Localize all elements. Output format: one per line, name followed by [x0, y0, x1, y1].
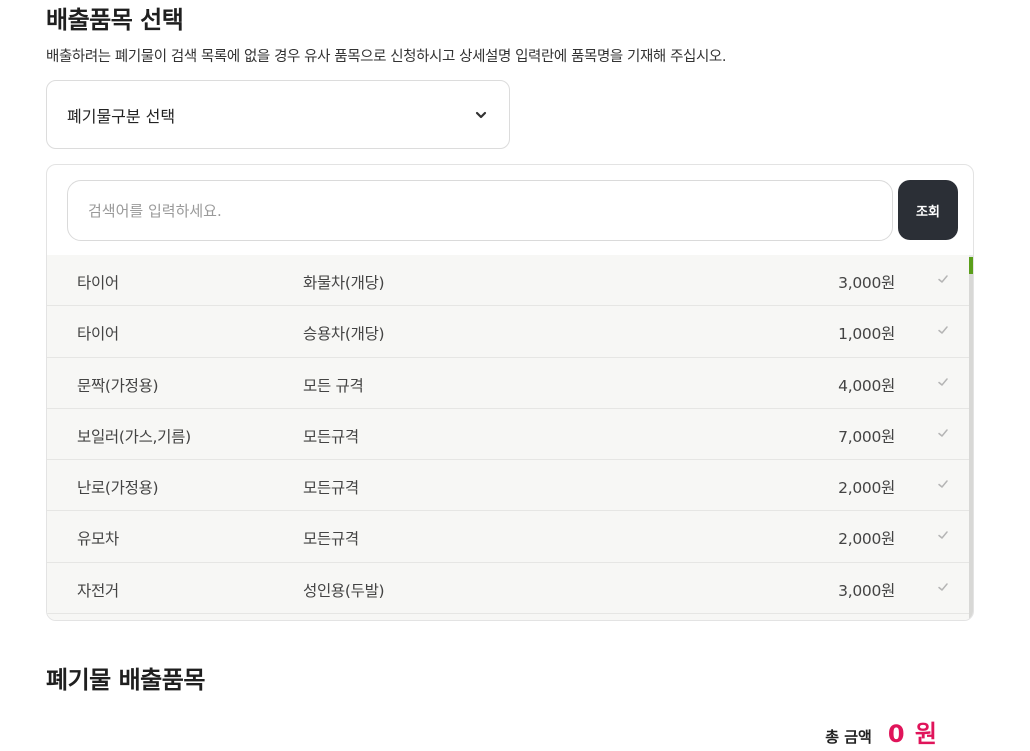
item-category: 타이어 [77, 325, 119, 344]
item-spec: 모든 규격 [303, 376, 364, 395]
section-title-select: 배출품목 선택 [46, 6, 184, 34]
total-amount-label: 총 금액 [825, 728, 872, 746]
item-price: 3,000원 [838, 581, 895, 600]
item-spec: 성인용(두발) [303, 581, 385, 600]
item-spec: 승용차(개당) [303, 325, 385, 344]
check-icon [938, 275, 948, 283]
item-price: 2,000원 [838, 530, 895, 549]
item-spec: 모든규격 [303, 479, 359, 498]
item-category: 자전거 [77, 581, 119, 600]
item-category: 유모차 [77, 530, 119, 549]
waste-category-select-label: 폐기물구분 선택 [67, 106, 176, 126]
list-item[interactable]: 자전거 성인용(두발) 3,000원 [47, 563, 969, 615]
item-list[interactable]: 타이어 화물차(개당) 3,000원 타이어 승용차(개당) 1,000원 문짝… [47, 255, 969, 620]
scrollbar-thumb[interactable] [969, 257, 973, 274]
check-icon [938, 583, 948, 591]
item-category: 난로(가정용) [77, 479, 159, 498]
search-input[interactable] [67, 180, 893, 241]
list-item[interactable]: 문짝(가정용) 모든 규격 4,000원 [47, 358, 969, 409]
list-item[interactable]: 보일러(가스,기름) 모든규격 7,000원 [47, 409, 969, 461]
scrollbar-track [969, 274, 973, 620]
item-category: 문짝(가정용) [77, 376, 159, 395]
total-amount: 총 금액 0 원 [825, 714, 938, 749]
item-category: 보일러(가스,기름) [77, 427, 191, 446]
item-spec: 모든규격 [303, 427, 359, 446]
section-title-selected: 폐기물 배출품목 [46, 666, 205, 694]
check-icon [938, 429, 948, 437]
item-price: 7,000원 [838, 427, 895, 446]
list-item[interactable]: 유모차 모든규격 2,000원 [47, 511, 969, 563]
check-icon [938, 531, 948, 540]
waste-category-select[interactable]: 폐기물구분 선택 [46, 80, 510, 149]
list-scrollbar[interactable] [969, 255, 973, 620]
item-price: 3,000원 [838, 274, 895, 292]
check-icon [938, 480, 948, 488]
item-price: 2,000원 [838, 479, 895, 498]
chevron-down-icon [475, 111, 487, 118]
item-spec: 화물차(개당) [303, 274, 385, 292]
search-button[interactable]: 조회 [898, 180, 958, 240]
list-item[interactable]: 타이어 화물차(개당) 3,000원 [47, 255, 969, 307]
item-category: 타이어 [77, 274, 119, 292]
item-price: 4,000원 [838, 376, 895, 395]
item-search-panel: 조회 타이어 화물차(개당) 3,000원 타이어 승용차(개당) 1,000원… [46, 164, 974, 621]
list-item[interactable]: 타이어 승용차(개당) 1,000원 [47, 306, 969, 358]
list-item[interactable]: 난로(가정용) 모든규격 2,000원 [47, 460, 969, 512]
total-amount-value: 0 원 [887, 720, 938, 748]
check-icon [938, 326, 948, 335]
item-spec: 모든규격 [303, 530, 359, 549]
instruction-text: 배출하려는 폐기물이 검색 목록에 없을 경우 유사 품목으로 신청하시고 상세… [46, 49, 727, 65]
check-icon [938, 377, 948, 386]
item-price: 1,000원 [838, 325, 895, 344]
